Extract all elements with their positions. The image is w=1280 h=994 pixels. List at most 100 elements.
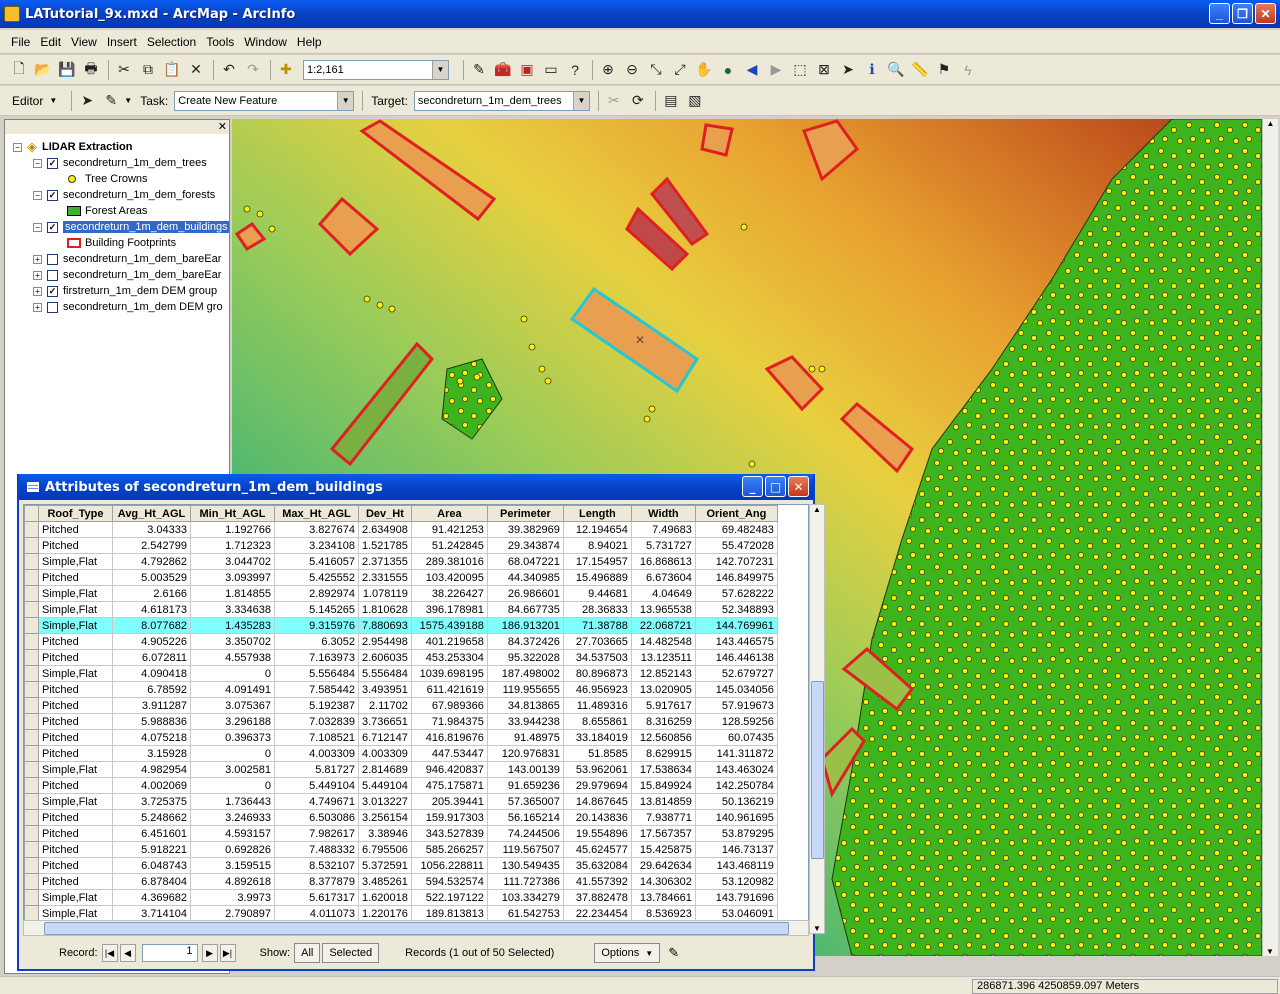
pan-icon[interactable]: ✋ (693, 59, 715, 81)
row-selector[interactable] (24, 745, 39, 762)
table-cell[interactable]: Pitched (38, 745, 113, 762)
menu-view[interactable]: View (66, 35, 102, 49)
table-cell[interactable]: 142.707231 (694, 553, 778, 570)
table-cell[interactable]: 50.136219 (694, 793, 778, 810)
fixed-zoom-out-icon[interactable]: ⤢ (669, 59, 691, 81)
menu-selection[interactable]: Selection (142, 35, 201, 49)
row-selector[interactable] (24, 729, 39, 746)
table-row[interactable]: Pitched 4.002069 0 5.449104 5.449104 475.1758… (24, 777, 778, 794)
table-cell[interactable]: Pitched (38, 729, 113, 746)
table-cell[interactable]: 3.04333 (112, 521, 191, 538)
column-header[interactable]: Length (562, 505, 632, 522)
table-cell[interactable]: Simple,Flat (38, 601, 113, 618)
toc-layer[interactable]: + ✓ firstreturn_1m_dem DEM group (33, 283, 217, 299)
column-header[interactable]: Perimeter (486, 505, 564, 522)
table-vertical-scrollbar[interactable]: ▲ ▼ (809, 504, 825, 934)
row-selector[interactable] (24, 713, 39, 730)
table-cell[interactable]: 5.416057 (274, 553, 359, 570)
table-cell[interactable]: Pitched (38, 521, 113, 538)
table-cell[interactable]: 401.219658 (410, 633, 488, 650)
table-cell[interactable]: 19.554896 (562, 825, 632, 842)
table-row[interactable]: Pitched 6.451601 4.593157 7.982617 3.38946 34… (24, 825, 778, 842)
toc-layer[interactable]: + secondreturn_1m_dem DEM gro (33, 299, 223, 315)
show-all-button[interactable]: All (294, 943, 321, 963)
row-selector[interactable] (24, 521, 39, 538)
table-cell[interactable]: Simple,Flat (38, 617, 113, 634)
row-selector[interactable] (24, 681, 39, 698)
table-cell[interactable]: 6.795506 (358, 841, 412, 858)
table-cell[interactable]: 6.78592 (112, 681, 191, 698)
table-cell[interactable]: 74.244506 (486, 825, 564, 842)
table-cell[interactable]: 8.377879 (274, 873, 359, 890)
table-cell[interactable]: 0.692826 (190, 841, 275, 858)
table-row[interactable]: Simple,Flat 3.725375 1.736443 4.749671 3.013… (24, 793, 778, 810)
table-cell[interactable]: 5.372591 (358, 857, 412, 874)
table-cell[interactable]: 4.04649 (630, 585, 696, 602)
table-cell[interactable]: 130.549435 (486, 857, 564, 874)
table-cell[interactable]: 55.472028 (694, 537, 778, 554)
row-selector[interactable] (24, 617, 39, 634)
row-selector[interactable] (24, 777, 39, 794)
arctoolbox-icon[interactable]: 🧰 (492, 59, 514, 81)
table-cell[interactable]: 6.3052 (274, 633, 359, 650)
table-cell[interactable]: 6.503086 (274, 809, 359, 826)
expand-icon[interactable]: + (33, 270, 42, 280)
table-cell[interactable]: 6.673604 (630, 569, 696, 586)
scroll-thumb[interactable] (811, 681, 824, 859)
table-row[interactable]: Simple,Flat 2.6166 1.814855 2.892974 1.07811… (24, 585, 778, 602)
table-cell[interactable]: 159.917303 (410, 809, 488, 826)
toc-layer[interactable]: − ✓ secondreturn_1m_dem_forests (33, 187, 215, 203)
table-cell[interactable]: Simple,Flat (38, 889, 113, 906)
table-cell[interactable]: 84.667735 (486, 601, 564, 618)
table-cell[interactable]: 53.962061 (562, 761, 632, 778)
table-cell[interactable]: Pitched (38, 841, 113, 858)
table-cell[interactable]: 0.396373 (190, 729, 275, 746)
attributes-icon[interactable]: ▤ (660, 90, 682, 112)
table-cell[interactable]: 7.108521 (274, 729, 359, 746)
table-cell[interactable]: 142.250784 (694, 777, 778, 794)
table-cell[interactable]: 6.878404 (112, 873, 191, 890)
table-cell[interactable]: 3.15928 (112, 745, 191, 762)
table-cell[interactable]: 8.316259 (630, 713, 696, 730)
table-cell[interactable]: 1.620018 (358, 889, 412, 906)
table-cell[interactable]: 16.868613 (630, 553, 696, 570)
table-cell[interactable]: 3.334638 (190, 601, 275, 618)
table-row[interactable]: Pitched 5.918221 0.692826 7.488332 6.795506 5… (24, 841, 778, 858)
redo-icon[interactable]: ↷ (242, 59, 264, 81)
undo-icon[interactable]: ↶ (218, 59, 240, 81)
row-selector[interactable] (24, 553, 39, 570)
table-cell[interactable]: 2.814689 (358, 761, 412, 778)
chevron-down-icon[interactable]: ▼ (432, 60, 448, 79)
scroll-up-icon[interactable]: ▲ (810, 505, 824, 519)
table-cell[interactable]: 5.917617 (630, 697, 696, 714)
table-cell[interactable]: 4.905226 (112, 633, 191, 650)
table-cell[interactable]: 2.634908 (358, 521, 412, 538)
table-cell[interactable]: 27.703665 (562, 633, 632, 650)
table-cell[interactable]: 52.348893 (694, 601, 778, 618)
table-cell[interactable]: 2.11702 (358, 697, 412, 714)
table-cell[interactable]: 7.938771 (630, 809, 696, 826)
table-cell[interactable]: 146.446138 (694, 649, 778, 666)
table-cell[interactable]: 41.557392 (562, 873, 632, 890)
table-cell[interactable]: 2.892974 (274, 585, 359, 602)
table-cell[interactable]: 17.567357 (630, 825, 696, 842)
table-cell[interactable]: 4.369682 (112, 889, 191, 906)
table-cell[interactable]: 111.727386 (486, 873, 564, 890)
table-row[interactable]: Pitched 2.542799 1.712323 3.234108 1.521785 5… (24, 537, 778, 554)
table-cell[interactable]: Pitched (38, 569, 113, 586)
table-cell[interactable]: 289.381016 (410, 553, 488, 570)
fixed-zoom-in-icon[interactable]: ⤡ (645, 59, 667, 81)
column-header[interactable]: Dev_Ht (358, 505, 412, 522)
table-cell[interactable]: 44.340985 (486, 569, 564, 586)
table-cell[interactable]: 29.979694 (562, 777, 632, 794)
row-selector[interactable] (24, 809, 39, 826)
table-cell[interactable]: 4.593157 (190, 825, 275, 842)
table-cell[interactable]: 1.712323 (190, 537, 275, 554)
table-cell[interactable]: 38.226427 (410, 585, 488, 602)
row-selector[interactable] (24, 857, 39, 874)
table-cell[interactable]: 11.489316 (562, 697, 632, 714)
table-cell[interactable]: 67.989366 (410, 697, 488, 714)
table-cell[interactable]: 3.013227 (358, 793, 412, 810)
table-cell[interactable]: 4.618173 (112, 601, 191, 618)
table-cell[interactable]: 0 (190, 745, 275, 762)
